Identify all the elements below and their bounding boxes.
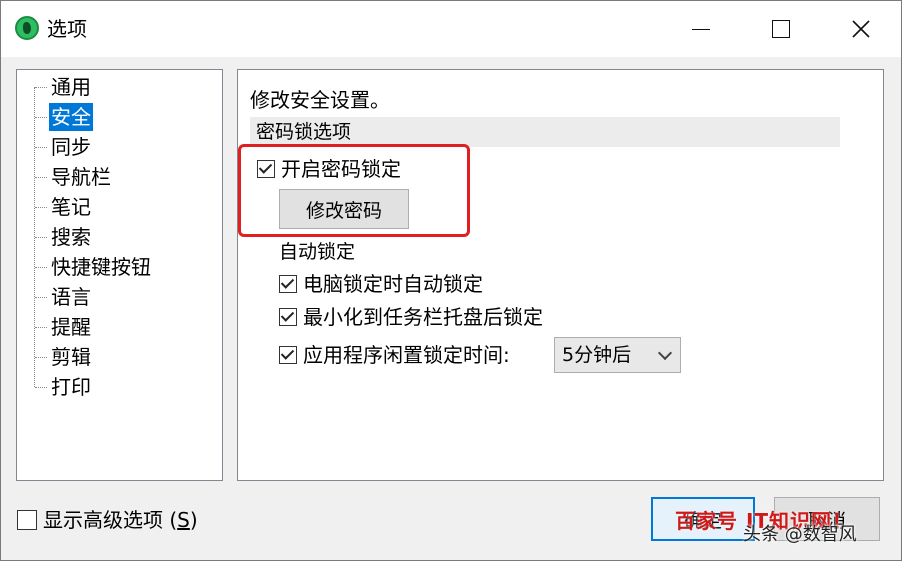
options-dialog: 选项 通用 安全 同步 导航栏 笔记 搜索 快捷键按钮 语言 提醒 剪辑 打印 … [0, 0, 902, 561]
tree-item-navbar[interactable]: 导航栏 [35, 163, 113, 191]
watermark-toutiao: 头条 @数智风 [743, 524, 857, 545]
tree-item-language[interactable]: 语言 [35, 283, 93, 311]
tree-item-reminders[interactable]: 提醒 [35, 313, 93, 341]
tree-item-sync[interactable]: 同步 [35, 133, 93, 161]
lock-on-computer-lock-option[interactable]: 电脑锁定时自动锁定 [279, 271, 483, 297]
minimize-button[interactable] [661, 1, 741, 57]
show-advanced-suffix: ) [189, 508, 198, 532]
tree-item-general[interactable]: 通用 [35, 73, 93, 101]
show-advanced-text: 显示高级选项 ( [43, 508, 178, 532]
tree-item-search[interactable]: 搜索 [35, 223, 93, 251]
maximize-button[interactable] [741, 1, 821, 57]
maximize-icon [772, 20, 790, 38]
idle-lock-checkbox[interactable] [279, 346, 297, 364]
idle-lock-label: 应用程序闲置锁定时间: [303, 343, 510, 367]
show-advanced-label: 显示高级选项 (S) [43, 507, 198, 533]
lock-on-computer-lock-checkbox[interactable] [279, 275, 297, 293]
lock-on-minimize-option[interactable]: 最小化到任务栏托盘后锁定 [279, 304, 543, 330]
tree-item-print[interactable]: 打印 [35, 373, 93, 401]
section-header: 密码锁选项 [250, 117, 840, 147]
show-advanced-option[interactable]: 显示高级选项 (S) [17, 507, 198, 533]
auto-lock-title: 自动锁定 [279, 241, 356, 263]
lock-on-minimize-checkbox[interactable] [279, 308, 297, 326]
chevron-down-icon [657, 345, 673, 361]
panel-heading: 修改安全设置。 [250, 88, 390, 112]
tree-item-shortcuts[interactable]: 快捷键按钮 [35, 253, 153, 281]
window-title: 选项 [47, 17, 87, 41]
idle-time-select[interactable]: 5分钟后 [554, 337, 681, 373]
close-button[interactable] [821, 1, 901, 57]
minimize-icon [692, 28, 710, 30]
highlight-annotation-box [238, 144, 470, 237]
close-icon [852, 20, 870, 38]
section-title: 密码锁选项 [256, 121, 352, 143]
tree-item-security[interactable]: 安全 [35, 103, 93, 131]
show-advanced-accelerator: S [177, 508, 190, 532]
evernote-app-icon [15, 16, 39, 40]
idle-time-value: 5分钟后 [562, 344, 632, 366]
title-bar[interactable]: 选项 [1, 1, 901, 57]
lock-on-computer-lock-label: 电脑锁定时自动锁定 [303, 272, 483, 296]
idle-lock-option[interactable]: 应用程序闲置锁定时间: [279, 342, 510, 368]
show-advanced-checkbox[interactable] [17, 510, 37, 530]
tree-item-clipper[interactable]: 剪辑 [35, 343, 93, 371]
lock-on-minimize-label: 最小化到任务栏托盘后锁定 [303, 305, 543, 329]
tree-item-notes[interactable]: 笔记 [35, 193, 93, 221]
